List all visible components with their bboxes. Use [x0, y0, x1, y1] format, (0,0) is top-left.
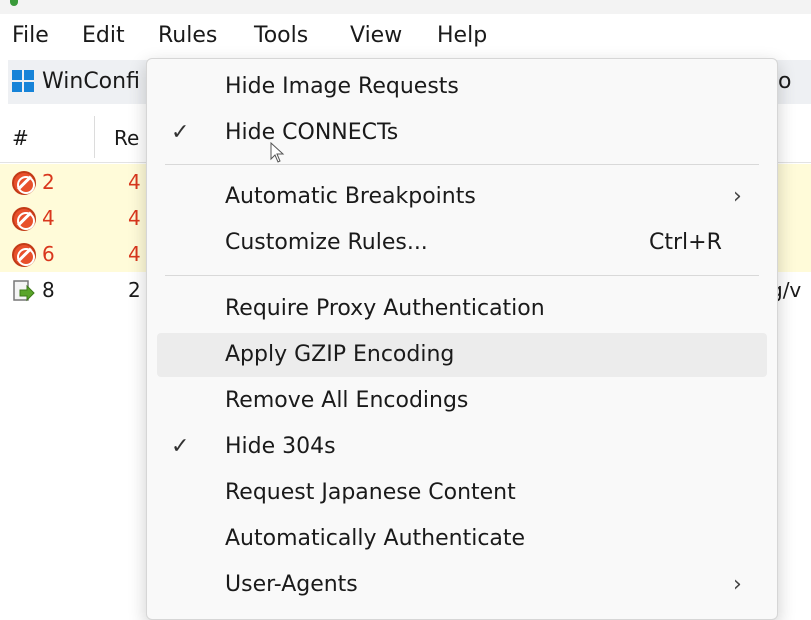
menu-rules[interactable]: Rules	[154, 20, 221, 52]
forward-arrow-icon	[12, 279, 36, 303]
menu-view[interactable]: View	[346, 20, 406, 52]
session-result: 4	[128, 170, 141, 194]
checkmark-icon: ✓	[171, 120, 190, 145]
menu-item-label: Automatically Authenticate	[225, 526, 526, 551]
menu-help[interactable]: Help	[433, 20, 491, 52]
menu-item-require-proxy-authentication[interactable]: Require Proxy Authentication	[157, 287, 767, 331]
menu-item-customize-rules[interactable]: Customize Rules... Ctrl+R	[157, 221, 767, 265]
session-id: 8	[42, 278, 55, 302]
menu-item-label: Hide Image Requests	[225, 74, 459, 99]
app-icon	[10, 0, 18, 6]
column-header-result[interactable]: Re	[114, 126, 139, 150]
menu-item-hide-image-requests[interactable]: Hide Image Requests	[157, 65, 767, 109]
menu-item-label: Remove All Encodings	[225, 388, 469, 413]
menu-item-label: Hide 304s	[225, 434, 336, 459]
session-id: 4	[42, 206, 55, 230]
session-result: 4	[128, 242, 141, 266]
menu-item-remove-all-encodings[interactable]: Remove All Encodings	[157, 379, 767, 423]
menu-item-label: Hide CONNECTs	[225, 120, 399, 145]
winconfig-button[interactable]: WinConfi	[42, 66, 140, 98]
menu-separator	[165, 275, 759, 276]
rules-menu-dropdown: Hide Image Requests ✓ Hide CONNECTs Auto…	[146, 58, 778, 620]
session-id: 6	[42, 242, 55, 266]
menu-item-hide-304s[interactable]: ✓ Hide 304s	[157, 425, 767, 469]
menu-item-request-japanese-content[interactable]: Request Japanese Content	[157, 471, 767, 515]
menu-item-label: Apply GZIP Encoding	[225, 342, 455, 367]
menu-item-shortcut: Ctrl+R	[649, 230, 722, 255]
menu-item-label: Require Proxy Authentication	[225, 296, 545, 321]
menu-item-label: Request Japanese Content	[225, 480, 516, 505]
blocked-icon	[12, 207, 36, 231]
menu-bar: File Edit Rules Tools View Help	[0, 14, 811, 58]
chevron-right-icon: ›	[733, 572, 742, 597]
toolbar-right-fragment: o	[778, 69, 792, 94]
menu-item-hide-connects[interactable]: ✓ Hide CONNECTs	[157, 111, 767, 155]
chevron-right-icon: ›	[733, 184, 742, 209]
menu-item-user-agents[interactable]: User-Agents ›	[157, 563, 767, 607]
menu-item-label: Customize Rules...	[225, 230, 428, 255]
menu-file[interactable]: File	[8, 20, 53, 52]
column-divider[interactable]	[94, 116, 95, 158]
checkmark-icon: ✓	[171, 434, 190, 459]
blocked-icon	[12, 243, 36, 267]
session-result: 2	[128, 278, 141, 302]
menu-item-automatic-breakpoints[interactable]: Automatic Breakpoints ›	[157, 175, 767, 219]
windows-logo-icon	[12, 70, 34, 92]
column-header-number[interactable]: #	[12, 126, 29, 150]
menu-item-automatically-authenticate[interactable]: Automatically Authenticate	[157, 517, 767, 561]
menu-tools[interactable]: Tools	[250, 20, 312, 52]
menu-edit[interactable]: Edit	[78, 20, 129, 52]
mouse-cursor-icon	[270, 142, 285, 163]
blocked-icon	[12, 171, 36, 195]
session-result: 4	[128, 206, 141, 230]
session-id: 2	[42, 170, 55, 194]
menu-item-label: Automatic Breakpoints	[225, 184, 476, 209]
title-bar	[0, 0, 811, 14]
menu-item-apply-gzip-encoding[interactable]: Apply GZIP Encoding	[157, 333, 767, 377]
menu-separator	[165, 164, 759, 165]
menu-item-label: User-Agents	[225, 572, 358, 597]
